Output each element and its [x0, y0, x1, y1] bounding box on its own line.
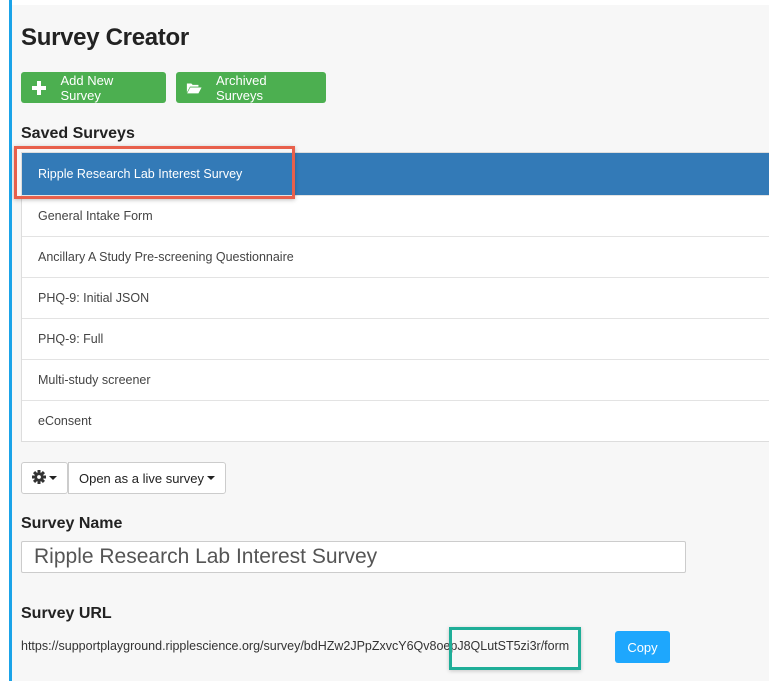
copy-url-button[interactable]: Copy: [615, 631, 670, 663]
chevron-down-icon: [207, 476, 215, 480]
folder-open-icon: [186, 80, 202, 96]
plus-icon: [31, 80, 46, 96]
survey-list-item-multi-study-screener[interactable]: Multi-study screener: [22, 359, 769, 400]
chevron-down-icon: [49, 476, 57, 480]
survey-url-heading: Survey URL: [21, 605, 112, 622]
saved-surveys-list: Ripple Research Lab Interest Survey Gene…: [21, 152, 769, 442]
add-new-survey-label: Add New Survey: [60, 72, 114, 103]
survey-list-item-phq9-initial-json[interactable]: PHQ-9: Initial JSON: [22, 277, 769, 318]
survey-list-item-phq9-full[interactable]: PHQ-9: Full: [22, 318, 769, 359]
survey-list-item-econsent[interactable]: eConsent: [22, 400, 769, 441]
survey-name-heading: Survey Name: [21, 515, 123, 532]
survey-list-item-general-intake-form[interactable]: General Intake Form: [22, 195, 769, 236]
open-live-survey-dropdown[interactable]: Open as a live survey: [68, 462, 226, 494]
gear-icon: [32, 469, 46, 487]
survey-list-item-ripple-research-lab-interest-survey[interactable]: Ripple Research Lab Interest Survey: [22, 153, 769, 195]
archived-surveys-label: Archived Surveys: [216, 72, 267, 103]
add-new-survey-button[interactable]: Add New Survey: [21, 72, 166, 103]
survey-list-item-ancillary-a-study[interactable]: Ancillary A Study Pre-screening Question…: [22, 236, 769, 277]
page-title: Survey Creator: [21, 24, 189, 51]
settings-dropdown-button[interactable]: [21, 462, 68, 494]
survey-name-input[interactable]: [21, 541, 686, 573]
archived-surveys-button[interactable]: Archived Surveys: [176, 72, 326, 103]
survey-url-text: https://supportplayground.ripplescience.…: [21, 639, 570, 653]
open-live-survey-label: Open as a live survey: [78, 470, 204, 486]
saved-surveys-heading: Saved Surveys: [21, 125, 135, 142]
